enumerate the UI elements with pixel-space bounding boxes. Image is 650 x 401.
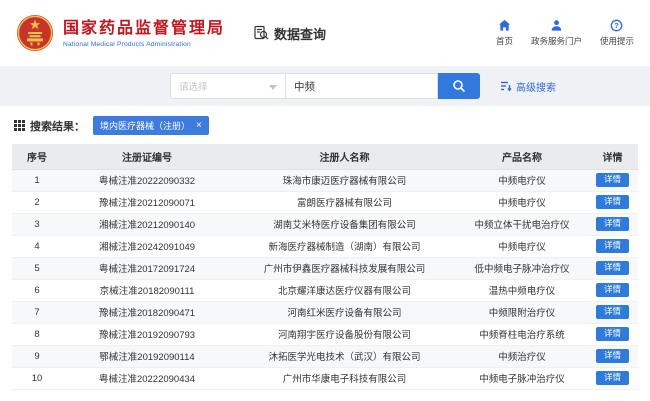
svg-text:?: ? [615,21,620,30]
cell-product: 中频脊柱电治疗系统 [457,323,587,346]
table-row: 3 湘械注准20212090140 湖南艾米特医疗设备集团有限公司 中频立体干扰… [12,213,638,236]
advanced-search-link[interactable]: 高级搜索 [500,79,556,94]
col-no: 序号 [12,144,62,170]
cell-registrant: 河南红米医疗设备有限公司 [232,301,457,324]
select-placeholder: 请选择 [179,82,208,93]
cell-product: 中频电疗仪 [457,169,587,192]
page-header: 国家药品监督管理局 National Medical Products Admi… [0,0,650,66]
detail-button[interactable]: 详情 [595,304,629,320]
filter-tag[interactable]: 境内医疗器械（注册） × [93,116,209,135]
detail-button[interactable]: 详情 [595,282,629,298]
data-query-icon [253,25,269,41]
detail-button[interactable]: 详情 [595,370,629,386]
cell-registrant: 沐拓医学光电技术（武汉）有限公司 [232,345,457,368]
cell-product: 低中频电子脉冲治疗仪 [457,257,587,280]
cell-no: 7 [12,301,62,324]
cell-product: 中频治疗仪 [457,345,587,368]
cell-cert: 豫械注准20192090793 [62,323,232,346]
search-input[interactable] [286,73,438,99]
results-bar: 搜索结果： 境内医疗器械（注册） × [0,106,650,142]
table-row: 2 豫械注准20212090071 富朗医疗器械有限公司 中频电疗仪 详情 [12,191,638,214]
cell-cert: 湘械注准20212090140 [62,213,232,236]
chevron-down-icon [269,85,277,90]
cell-cert: 粤械注准20172091724 [62,257,232,280]
national-emblem-logo [16,14,54,52]
search-band: 请选择 高级搜索 [0,66,650,106]
table-row: 8 豫械注准20192090793 河南翔宇医疗设备股份有限公司 中频脊柱电治疗… [12,323,638,346]
cell-product: 中频立体干扰电治疗仪 [457,213,587,236]
detail-button[interactable]: 详情 [595,326,629,342]
filter-icon [500,80,512,92]
table-row: 10 粤械注准20222090434 广州市华康电子科技有限公司 中频电子脉冲治… [12,367,638,390]
cell-cert: 粤械注准20222090332 [62,169,232,192]
filter-tag-label: 境内医疗器械（注册） [100,121,191,131]
home-icon [498,19,511,32]
detail-button[interactable]: 详情 [595,260,629,276]
cell-product: 中频电疗仪 [457,235,587,258]
cell-registrant: 河南翔宇医疗设备股份有限公司 [232,323,457,346]
cell-no: 9 [12,345,62,368]
cell-cert: 鄂械注准20192090114 [62,345,232,368]
cell-no: 3 [12,213,62,236]
cell-product: 中频限附治疗仪 [457,301,587,324]
col-cert: 注册证编号 [62,144,232,170]
search-button[interactable] [438,73,480,99]
nav-help[interactable]: ? 使用提示 [600,19,634,47]
cell-registrant: 富朗医疗器械有限公司 [232,191,457,214]
cell-no: 4 [12,235,62,258]
data-query-title: 数据查询 [253,24,326,43]
agency-brand: 国家药品监督管理局 National Medical Products Admi… [16,14,225,52]
detail-button[interactable]: 详情 [595,194,629,210]
cell-product: 中频电疗仪 [457,191,587,214]
detail-button[interactable]: 详情 [595,238,629,254]
detail-button[interactable]: 详情 [595,172,629,188]
cell-no: 10 [12,367,62,390]
top-nav: 首页 政务服务门户 ? 使用提示 [496,19,634,47]
col-registrant: 注册人名称 [232,144,457,170]
cell-registrant: 湖南艾米特医疗设备集团有限公司 [232,213,457,236]
cell-registrant: 广州市华康电子科技有限公司 [232,367,457,390]
agency-title-en: National Medical Products Administration [63,40,191,48]
cell-cert: 湘械注准20242091049 [62,235,232,258]
detail-button[interactable]: 详情 [595,216,629,232]
table-row: 9 鄂械注准20192090114 沐拓医学光电技术（武汉）有限公司 中频治疗仪… [12,345,638,368]
table-row: 7 豫械注准20182090471 河南红米医疗设备有限公司 中频限附治疗仪 详… [12,301,638,324]
cell-cert: 豫械注准20182090471 [62,301,232,324]
cell-cert: 豫械注准20212090071 [62,191,232,214]
cell-no: 8 [12,323,62,346]
help-icon: ? [610,19,623,32]
grid-icon [14,120,25,131]
detail-button[interactable]: 详情 [595,348,629,364]
cell-no: 1 [12,169,62,192]
nav-portal[interactable]: 政务服务门户 [531,19,582,47]
cell-no: 6 [12,279,62,302]
search-icon [452,79,466,93]
table-row: 6 京械注准20182090111 北京耀洋康达医疗仪器有限公司 温热中频电疗仪… [12,279,638,302]
cell-no: 5 [12,257,62,280]
results-label: 搜索结果： [14,118,85,134]
cell-cert: 粤械注准20222090434 [62,367,232,390]
table-row: 1 粤械注准20222090332 珠海市康迈医疗器械有限公司 中频电疗仪 详情 [12,169,638,192]
table-header: 序号 注册证编号 注册人名称 产品名称 详情 [12,144,638,170]
cell-registrant: 珠海市康迈医疗器械有限公司 [232,169,457,192]
cell-no: 2 [12,191,62,214]
cell-product: 中频电子脉冲治疗仪 [457,367,587,390]
table-body: 1 粤械注准20222090332 珠海市康迈医疗器械有限公司 中频电疗仪 详情… [12,169,638,390]
table-row: 5 粤械注准20172091724 广州市伊鑫医疗器械科技发展有限公司 低中频电… [12,257,638,280]
category-select[interactable]: 请选择 [170,73,286,99]
cell-registrant: 广州市伊鑫医疗器械科技发展有限公司 [232,257,457,280]
table-row: 4 湘械注准20242091049 新海医疗器械制造（湖南）有限公司 中频电疗仪… [12,235,638,258]
cell-cert: 京械注准20182090111 [62,279,232,302]
close-icon[interactable]: × [196,120,202,131]
cell-product: 温热中频电疗仪 [457,279,587,302]
user-icon [550,19,563,32]
col-detail: 详情 [587,144,638,170]
col-product: 产品名称 [457,144,587,170]
results-table: 序号 注册证编号 注册人名称 产品名称 详情 1 粤械注准20222090332… [12,144,638,390]
agency-title-cn: 国家药品监督管理局 [63,19,226,37]
cell-registrant: 新海医疗器械制造（湖南）有限公司 [232,235,457,258]
nav-home[interactable]: 首页 [496,19,513,47]
cell-registrant: 北京耀洋康达医疗仪器有限公司 [232,279,457,302]
